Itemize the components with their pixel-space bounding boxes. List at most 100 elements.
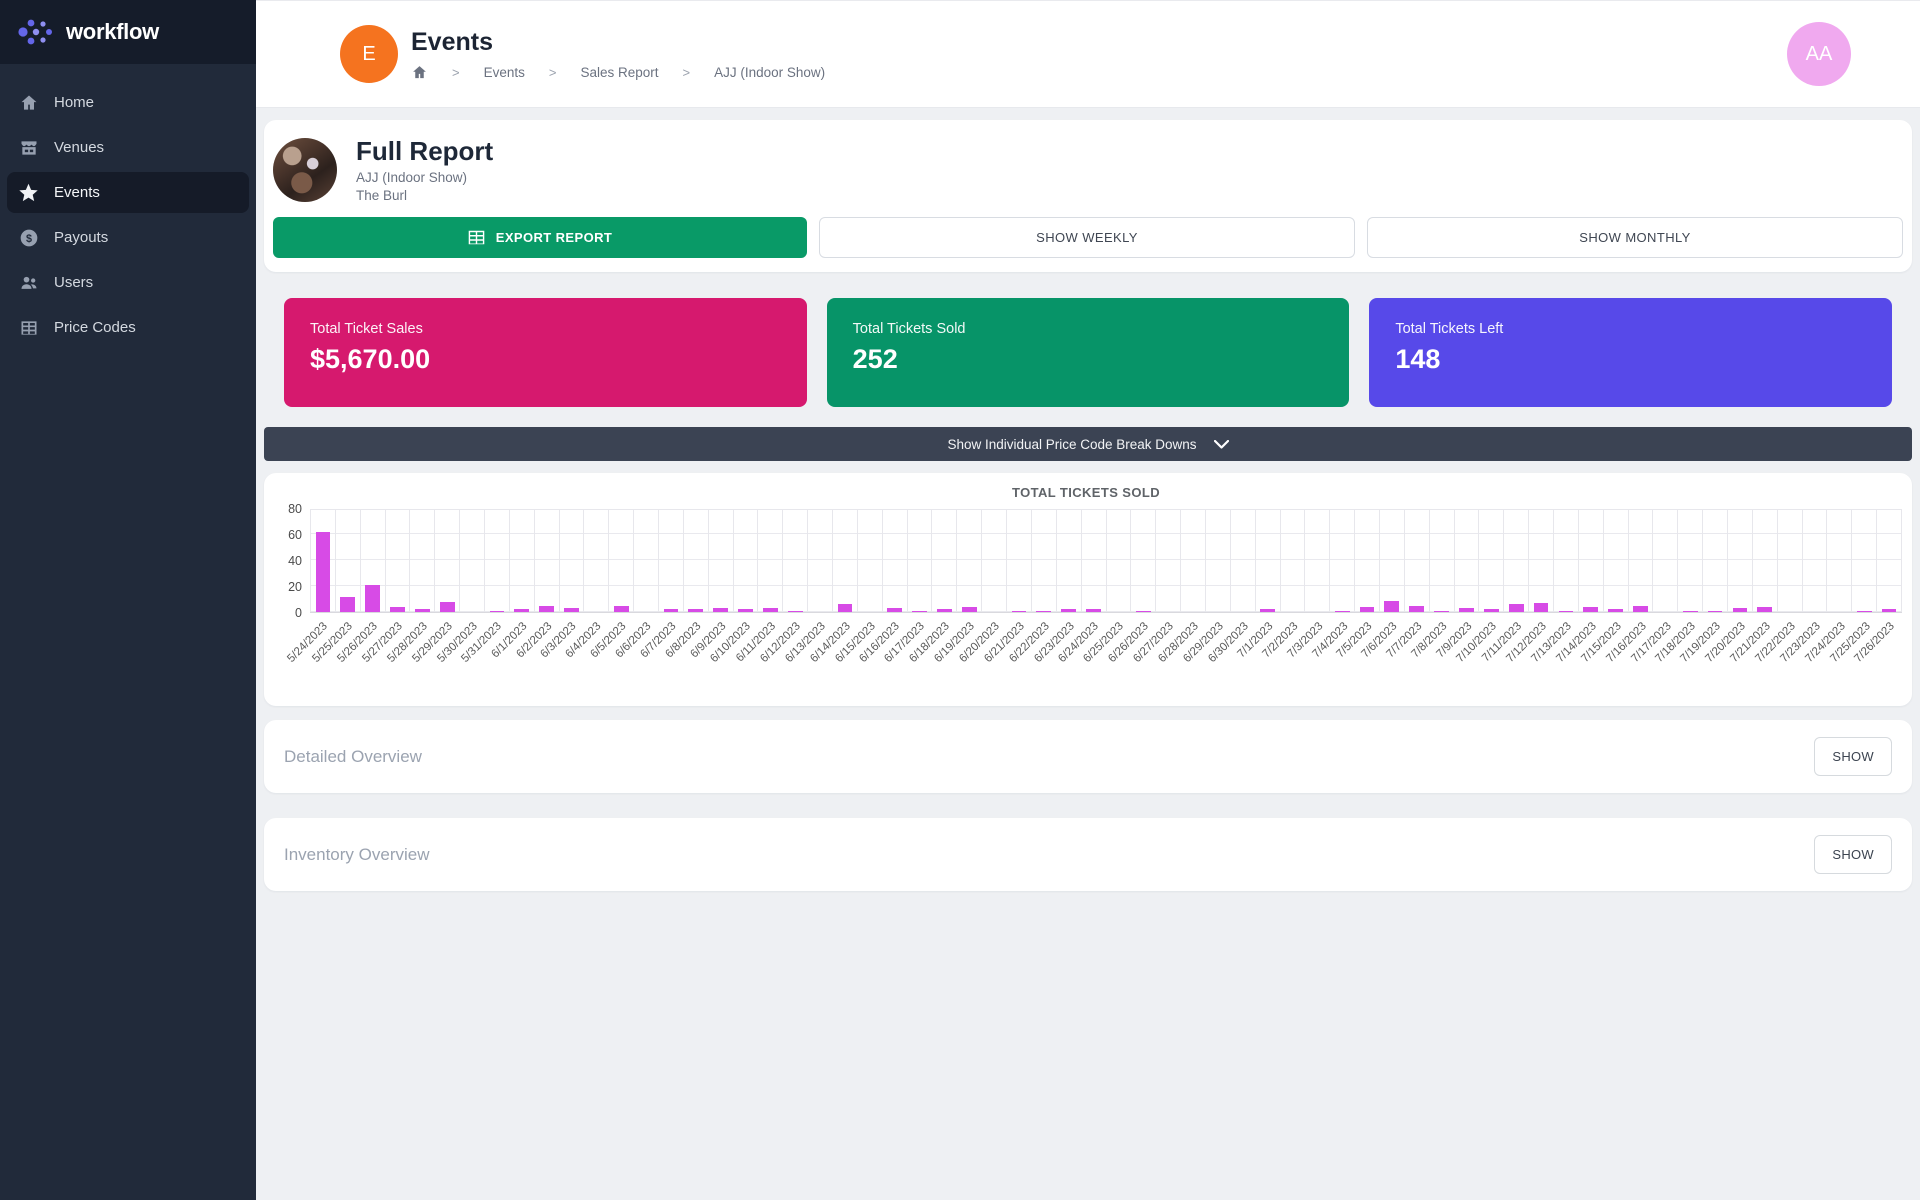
breadcrumb-sales-report[interactable]: Sales Report: [580, 65, 658, 80]
page-badge: E: [340, 25, 398, 83]
sidebar-item-events[interactable]: Events: [7, 172, 249, 213]
show-monthly-button[interactable]: SHOW MONTHLY: [1367, 217, 1903, 258]
chevron-right-icon: >: [549, 65, 557, 80]
bar-slot: [957, 510, 982, 612]
chart-bar: [1608, 609, 1623, 612]
bar-slot: [883, 510, 908, 612]
chart-bar: [1583, 607, 1598, 612]
bar-slot: [1728, 510, 1753, 612]
accordion-label: Show Individual Price Code Break Downs: [947, 437, 1196, 452]
chart-bar: [514, 609, 529, 612]
chart-bar: [1708, 611, 1723, 612]
stat-card-total-tickets-sold: Total Tickets Sold 252: [827, 298, 1350, 407]
bar-slot: [1032, 510, 1057, 612]
chart-bar: [1559, 611, 1574, 612]
bar-slot: [1678, 510, 1703, 612]
bar-slot: [833, 510, 858, 612]
breadcrumb-events[interactable]: Events: [484, 65, 525, 80]
bar-slot: [659, 510, 684, 612]
breadcrumb: > Events > Sales Report > AJJ (Indoor Sh…: [411, 64, 825, 81]
chart-card: TOTAL TICKETS SOLD 020406080 5/24/20235/…: [264, 473, 1912, 706]
stat-card-total-ticket-sales: Total Ticket Sales $5,670.00: [284, 298, 807, 407]
dollar-circle-icon: $: [18, 227, 39, 248]
bar-slot: [560, 510, 585, 612]
chart-bar: [1061, 609, 1076, 612]
chart-bar: [1036, 611, 1051, 612]
bar-slot: [535, 510, 560, 612]
sidebar-item-users[interactable]: Users: [7, 262, 249, 303]
bar-slot: [758, 510, 783, 612]
price-code-breakdown-accordion[interactable]: Show Individual Price Code Break Downs: [264, 427, 1912, 461]
bar-slot: [1629, 510, 1654, 612]
sidebar: workflow Home Venues Events $ Payouts: [0, 0, 256, 1200]
sidebar-item-label: Price Codes: [54, 319, 136, 336]
bar-slot: [310, 510, 336, 612]
sidebar-item-label: Venues: [54, 139, 104, 156]
detailed-overview-panel: Detailed Overview SHOW: [264, 720, 1912, 793]
sidebar-item-home[interactable]: Home: [7, 82, 249, 123]
stat-value: $5,670.00: [310, 344, 781, 375]
bar-slot: [1256, 510, 1281, 612]
chart-bar: [887, 608, 902, 612]
export-report-button[interactable]: EXPORT REPORT: [273, 217, 807, 258]
bar-slot: [1803, 510, 1828, 612]
show-weekly-button[interactable]: SHOW WEEKLY: [819, 217, 1355, 258]
panel-label: Detailed Overview: [284, 747, 1814, 767]
chevron-right-icon: >: [452, 65, 460, 80]
bar-slot: [1107, 510, 1132, 612]
sidebar-item-payouts[interactable]: $ Payouts: [7, 217, 249, 258]
chart-bar: [788, 611, 803, 612]
sidebar-item-price-codes[interactable]: Price Codes: [7, 307, 249, 348]
chart-bar: [838, 604, 853, 612]
inventory-overview-show-button[interactable]: SHOW: [1814, 835, 1892, 874]
bar-slot: [386, 510, 411, 612]
stat-label: Total Ticket Sales: [310, 321, 781, 337]
chart-bar: [1534, 603, 1549, 612]
bar-slot: [1430, 510, 1455, 612]
chart-bar: [912, 611, 927, 612]
bar-slot: [932, 510, 957, 612]
table-icon: [18, 317, 39, 338]
sidebar-item-venues[interactable]: Venues: [7, 127, 249, 168]
chart-bar: [316, 532, 331, 612]
inventory-overview-panel: Inventory Overview SHOW: [264, 818, 1912, 891]
bar-slot: [1281, 510, 1306, 612]
bar-slot: [460, 510, 485, 612]
breadcrumb-home-icon[interactable]: [411, 64, 428, 81]
chart-bar: [738, 609, 753, 612]
chart-bar: [365, 585, 380, 612]
logo: workflow: [0, 0, 256, 64]
user-avatar[interactable]: AA: [1787, 22, 1851, 86]
chart-bar: [1434, 611, 1449, 612]
chart-bar: [1633, 606, 1648, 612]
detailed-overview-show-button[interactable]: SHOW: [1814, 737, 1892, 776]
report-card: Full Report AJJ (Indoor Show) The Burl E…: [264, 120, 1912, 272]
bar-slot: [1007, 510, 1032, 612]
y-tick-label: 40: [288, 555, 302, 568]
bar-slot: [1579, 510, 1604, 612]
chart-bar: [564, 608, 579, 612]
bar-slot: [1778, 510, 1803, 612]
chart-bar: [1260, 609, 1275, 612]
bar-slot: [1877, 510, 1902, 612]
bar-slot: [609, 510, 634, 612]
breadcrumb-current[interactable]: AJJ (Indoor Show): [714, 65, 825, 80]
bar-slot: [510, 510, 535, 612]
y-tick-label: 0: [295, 607, 302, 620]
chart-yaxis: 020406080: [270, 509, 310, 613]
bar-slot: [1852, 510, 1877, 612]
sidebar-nav: Home Venues Events $ Payouts Users: [0, 80, 256, 350]
bar-slot: [1231, 510, 1256, 612]
bar-slot: [1504, 510, 1529, 612]
chart-bar: [1509, 604, 1524, 612]
bar-slot: [1604, 510, 1629, 612]
chart-plot: [310, 509, 1902, 613]
sidebar-item-label: Payouts: [54, 229, 108, 246]
panel-label: Inventory Overview: [284, 845, 1814, 865]
stat-card-total-tickets-left: Total Tickets Left 148: [1369, 298, 1892, 407]
chevron-down-icon: [1214, 440, 1229, 449]
bar-slot: [1305, 510, 1330, 612]
bar-slot: [808, 510, 833, 612]
bar-slot: [1827, 510, 1852, 612]
chart-bar: [440, 602, 455, 612]
